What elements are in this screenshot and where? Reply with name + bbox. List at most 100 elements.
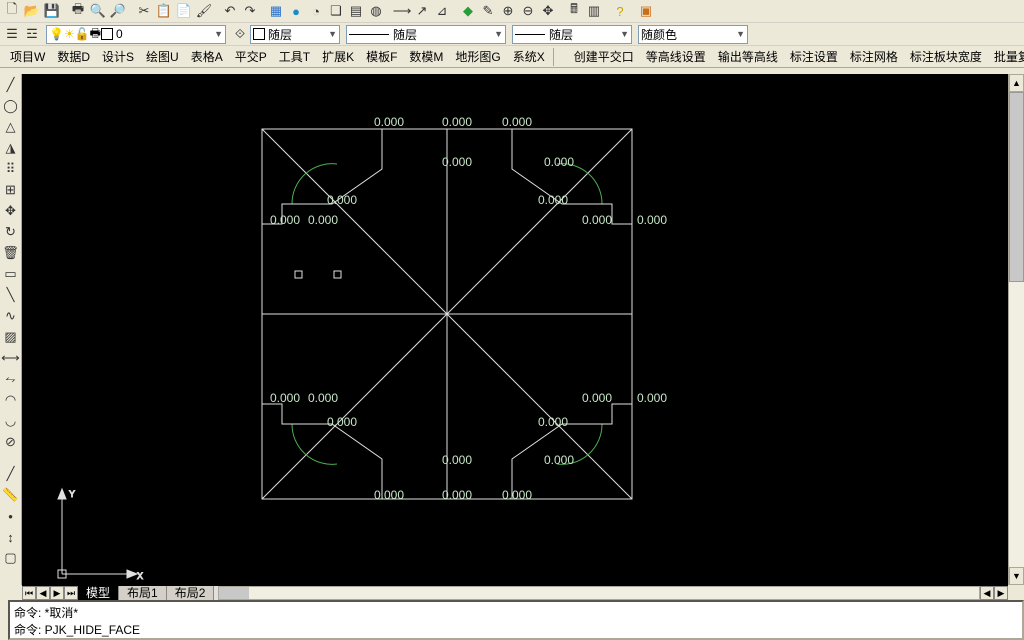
save-icon[interactable]: 💾 bbox=[43, 2, 61, 20]
lineweight-combo[interactable]: 随层 ▼ bbox=[512, 25, 632, 44]
menu-project[interactable]: 项目W bbox=[4, 46, 51, 67]
line2-icon[interactable]: ╲ bbox=[1, 285, 21, 305]
undo-icon[interactable]: ↶ bbox=[221, 2, 239, 20]
move-icon[interactable]: ✥ bbox=[1, 201, 21, 221]
tab-first-icon[interactable]: ⏮ bbox=[22, 586, 36, 600]
layer-icon[interactable]: ❏ bbox=[327, 2, 345, 20]
plot-icon: 🖶 bbox=[90, 24, 101, 45]
break-icon[interactable]: ⊘ bbox=[1, 432, 21, 452]
menu-data[interactable]: 数据D bbox=[51, 46, 96, 67]
xline-icon[interactable]: ◯ bbox=[1, 96, 21, 116]
erase-icon[interactable]: 🗑 bbox=[1, 243, 21, 263]
menu-template[interactable]: 模板F bbox=[360, 46, 403, 67]
horizontal-scrollbar[interactable] bbox=[218, 586, 980, 600]
open-icon[interactable]: 📂 bbox=[23, 2, 41, 20]
menu-contour-output[interactable]: 输出等高线 bbox=[712, 46, 784, 67]
pan-icon[interactable]: ✥ bbox=[539, 2, 557, 20]
layers-icon[interactable]: ▤ bbox=[347, 2, 365, 20]
menu-draw[interactable]: 绘图U bbox=[140, 46, 185, 67]
hscroll-right-icon[interactable]: ▶ bbox=[994, 586, 1008, 600]
new-icon[interactable]: 🗋 bbox=[3, 2, 21, 20]
menu-create-intersection[interactable]: 创建平交口 bbox=[568, 46, 640, 67]
svg-text:0.000: 0.000 bbox=[442, 488, 472, 502]
redo-icon[interactable]: ↷ bbox=[241, 2, 259, 20]
exit-icon[interactable]: ▣ bbox=[637, 2, 655, 20]
calc-icon[interactable]: 🖩 bbox=[565, 2, 583, 20]
line3-icon[interactable]: ╱ bbox=[1, 464, 21, 484]
scroll-thumb[interactable] bbox=[1009, 92, 1024, 282]
svg-text:0.000: 0.000 bbox=[442, 115, 472, 129]
command-window[interactable]: 命令: *取消* 命令: PJK_HIDE_FACE bbox=[8, 600, 1024, 640]
clip-icon[interactable]: ◔ bbox=[307, 2, 325, 20]
length-icon[interactable]: ⊿ bbox=[433, 2, 451, 20]
menu-system[interactable]: 系统X bbox=[507, 46, 551, 67]
props-icon[interactable]: ▥ bbox=[585, 2, 603, 20]
hatch-tool-icon[interactable]: ▨ bbox=[1, 327, 21, 347]
menu-anno-plate[interactable]: 标注板块宽度 bbox=[904, 46, 988, 67]
print-icon[interactable]: 🖶 bbox=[69, 2, 87, 20]
tab-model[interactable]: 模型 bbox=[78, 586, 119, 600]
zoomwin-icon[interactable]: ⊖ bbox=[519, 2, 537, 20]
cut-icon[interactable]: ✂ bbox=[135, 2, 153, 20]
layer-mgr-icon[interactable]: ☰ bbox=[3, 25, 21, 43]
array-icon[interactable]: ⠿ bbox=[1, 159, 21, 179]
global-icon[interactable]: ● bbox=[287, 2, 305, 20]
dimstyle-icon[interactable]: ⟶ bbox=[393, 2, 411, 20]
block-icon[interactable]: ◆ bbox=[459, 2, 477, 20]
menu-design[interactable]: 设计S bbox=[96, 46, 140, 67]
leader-icon[interactable]: ↗ bbox=[413, 2, 431, 20]
menu-batch-copy[interactable]: 批量复制 bbox=[988, 46, 1024, 67]
dim-tool-icon[interactable]: ⟷ bbox=[1, 348, 21, 368]
hscroll-left-icon[interactable]: ◀ bbox=[980, 586, 994, 600]
copy-icon[interactable]: 📋 bbox=[155, 2, 173, 20]
rect-icon[interactable]: ▭ bbox=[1, 264, 21, 284]
color-combo[interactable]: 随层 ▼ bbox=[250, 25, 340, 44]
tab-layout2[interactable]: 布局2 bbox=[167, 586, 215, 600]
menu-terrain[interactable]: 地形图G bbox=[449, 46, 506, 67]
measure-icon[interactable]: 📏 bbox=[1, 485, 21, 505]
region-icon[interactable]: ▢ bbox=[1, 548, 21, 568]
polyline-icon[interactable]: △ bbox=[1, 117, 21, 137]
menu-anno-grid[interactable]: 标注网格 bbox=[844, 46, 904, 67]
arc2-icon[interactable]: ◡ bbox=[1, 411, 21, 431]
menu-tools[interactable]: 工具T bbox=[273, 46, 316, 67]
mirror-icon[interactable]: ◮ bbox=[1, 138, 21, 158]
tab-last-icon[interactable]: ⏭ bbox=[64, 586, 78, 600]
hatch-icon[interactable]: ▦ bbox=[267, 2, 285, 20]
find-icon[interactable]: 🔎 bbox=[109, 2, 127, 20]
spline-icon[interactable]: ∿ bbox=[1, 306, 21, 326]
paste-icon[interactable]: 📄 bbox=[175, 2, 193, 20]
format-painter-icon[interactable]: 🖌 bbox=[195, 2, 213, 20]
tab-next-icon[interactable]: ▶ bbox=[50, 586, 64, 600]
print-preview-icon[interactable]: 🔍 bbox=[89, 2, 107, 20]
linetype-combo[interactable]: 随层 ▼ bbox=[346, 25, 506, 44]
layer-prev-icon[interactable]: ☲ bbox=[23, 25, 41, 43]
zoomext-icon[interactable]: ⊕ bbox=[499, 2, 517, 20]
plotstyle-combo[interactable]: 随颜色 ▼ bbox=[638, 25, 748, 44]
rotate-icon[interactable]: ↻ bbox=[1, 222, 21, 242]
arc-icon[interactable]: ◠ bbox=[1, 390, 21, 410]
menu-pingjiao[interactable]: 平交P bbox=[229, 46, 273, 67]
help-icon[interactable]: ? bbox=[611, 2, 629, 20]
layer-combo[interactable]: 💡 ☀ 🔓 🖶 0 ▼ bbox=[46, 25, 226, 44]
point-icon[interactable]: • bbox=[1, 506, 21, 526]
menu-table[interactable]: 表格A bbox=[185, 46, 229, 67]
offset-icon[interactable]: ⊞ bbox=[1, 180, 21, 200]
line-icon[interactable]: ╱ bbox=[1, 75, 21, 95]
menu-contour-settings[interactable]: 等高线设置 bbox=[640, 46, 712, 67]
menu-anno-settings[interactable]: 标注设置 bbox=[784, 46, 844, 67]
editblock-icon[interactable]: ✎ bbox=[479, 2, 497, 20]
menu-model[interactable]: 数模M bbox=[403, 46, 449, 67]
tab-prev-icon[interactable]: ◀ bbox=[36, 586, 50, 600]
scroll-up-icon[interactable]: ▲ bbox=[1009, 74, 1024, 92]
vertical-scrollbar[interactable]: ▲ ▼ bbox=[1008, 74, 1024, 585]
scroll-down-icon[interactable]: ▼ bbox=[1009, 567, 1024, 585]
donut-icon[interactable]: ◍ bbox=[367, 2, 385, 20]
dim2-tool-icon[interactable]: ⥊ bbox=[1, 369, 21, 389]
layer-match-icon[interactable]: ⟐ bbox=[231, 25, 249, 43]
svg-text:0.000: 0.000 bbox=[442, 453, 472, 467]
tab-layout1[interactable]: 布局1 bbox=[119, 586, 167, 600]
menu-extend[interactable]: 扩展K bbox=[316, 46, 360, 67]
drawing-canvas[interactable]: 0.000 0.000 0.000 0.000 0.000 0.000 0.00… bbox=[22, 74, 1008, 585]
move2-icon[interactable]: ↕ bbox=[1, 527, 21, 547]
